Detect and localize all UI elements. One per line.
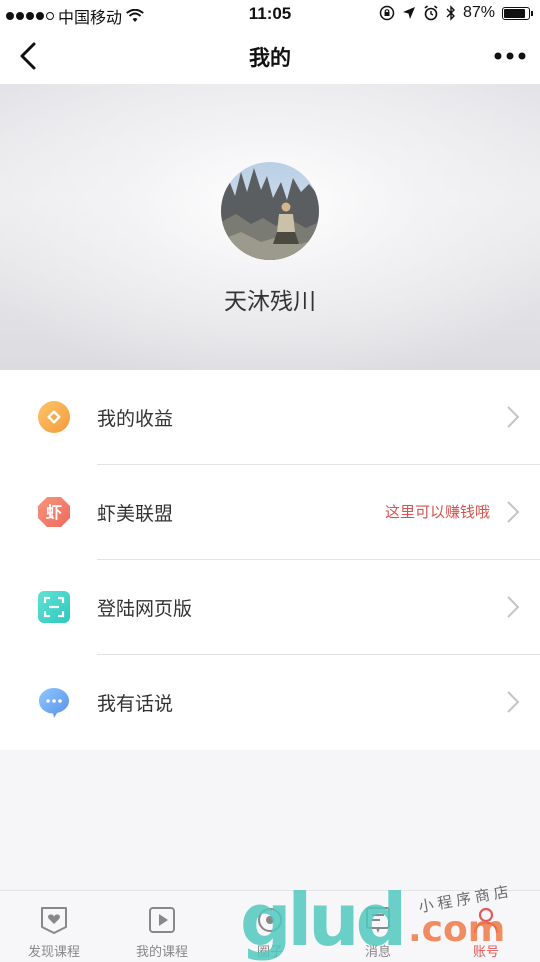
menu-label-web-login: 登陆网页版 xyxy=(97,599,193,620)
alarm-icon xyxy=(424,5,438,21)
menu-item-feedback[interactable]: 我有话说 xyxy=(0,655,540,750)
tab-label-circle: 圈子 xyxy=(256,944,283,959)
chevron-right-icon xyxy=(507,596,520,618)
xia-alliance-icon-text: 虾 xyxy=(46,503,62,522)
status-right: 87% xyxy=(379,4,533,22)
play-icon xyxy=(149,907,175,933)
menu-list: 我的收益 虾 虾美联盟 这里可以赚钱哦 登陆网页版 我有话说 xyxy=(0,370,540,750)
circle-icon xyxy=(258,908,282,932)
battery-icon xyxy=(502,6,533,20)
tab-my-courses[interactable]: 我的课程 xyxy=(108,891,216,961)
xia-alliance-icon: 虾 xyxy=(38,497,70,527)
nav-bar: 我的 xyxy=(0,28,540,84)
tab-label-my-courses: 我的课程 xyxy=(135,944,188,959)
status-bar: 中国移动 11:05 87% xyxy=(0,0,540,28)
profile-name: 天沐残川 xyxy=(224,288,316,314)
tab-bar: 发现课程 我的课程 圈子 消息 账号 xyxy=(0,890,540,960)
battery-percent: 87% xyxy=(462,4,495,21)
tab-label-account: 账号 xyxy=(472,944,499,959)
person-icon xyxy=(473,907,499,934)
location-arrow-icon xyxy=(402,7,415,19)
tab-label-messages: 消息 xyxy=(364,944,391,959)
menu-label-earnings: 我的收益 xyxy=(97,409,174,430)
chevron-right-icon xyxy=(507,691,520,713)
more-dots-icon[interactable] xyxy=(490,46,530,66)
bluetooth-icon xyxy=(446,5,455,21)
tab-messages[interactable]: 消息 xyxy=(324,891,432,961)
avatar-image xyxy=(221,162,319,260)
rotation-lock-icon xyxy=(379,5,395,21)
chat-bubble-icon xyxy=(39,688,69,718)
tab-discover-courses[interactable]: 发现课程 xyxy=(0,891,108,961)
tab-circle[interactable]: 圈子 xyxy=(216,891,324,961)
page-title: 我的 xyxy=(249,47,291,70)
avatar[interactable] xyxy=(221,162,319,260)
menu-item-web-login[interactable]: 登陆网页版 xyxy=(0,560,540,655)
scan-icon xyxy=(38,591,70,623)
menu-item-xia-alliance[interactable]: 虾 虾美联盟 这里可以赚钱哦 xyxy=(0,465,540,560)
menu-label-xia-alliance: 虾美联盟 xyxy=(97,504,174,525)
tab-label-discover: 发现课程 xyxy=(27,944,80,959)
message-icon xyxy=(366,907,390,933)
heart-shield-icon xyxy=(41,907,67,934)
chevron-right-icon xyxy=(507,406,520,428)
menu-item-earnings[interactable]: 我的收益 xyxy=(0,370,540,465)
earnings-icon xyxy=(38,401,70,433)
menu-hint-xia-alliance: 这里可以赚钱哦 xyxy=(384,504,490,521)
tab-account[interactable]: 账号 xyxy=(432,891,540,961)
chevron-right-icon xyxy=(507,501,520,523)
profile-header: 天沐残川 xyxy=(0,84,540,370)
menu-label-feedback: 我有话说 xyxy=(97,694,174,715)
